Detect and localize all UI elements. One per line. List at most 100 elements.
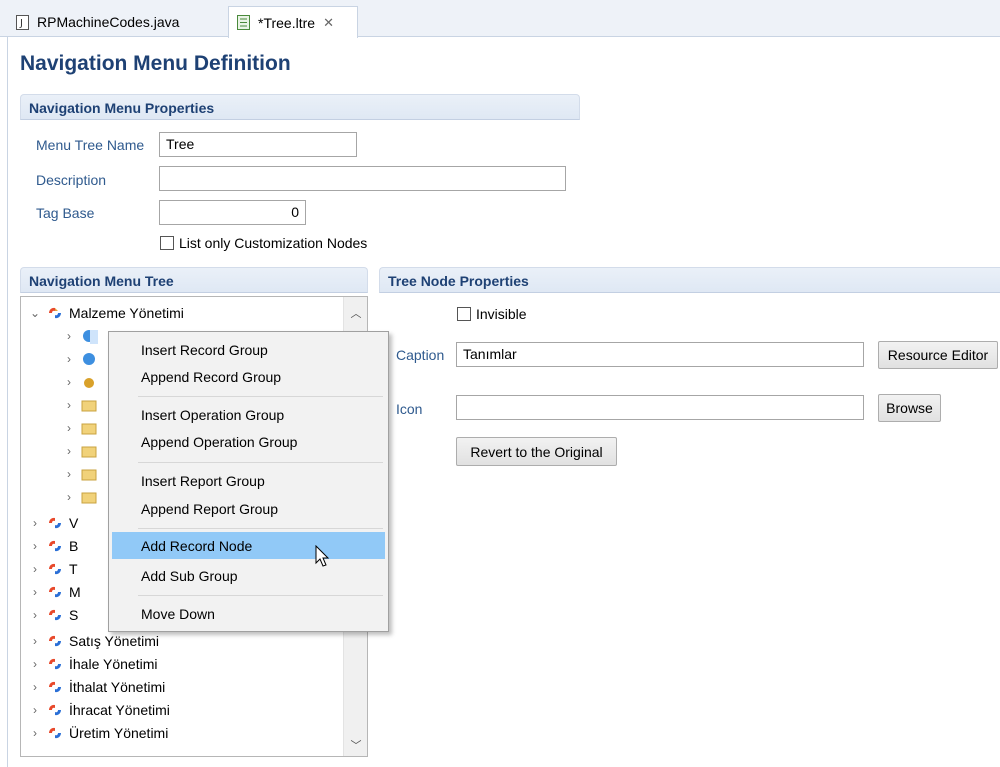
invisible-label: Invisible	[476, 306, 527, 322]
folder-icon	[80, 420, 98, 436]
tree-node-label: Üretim Yönetimi	[69, 724, 169, 741]
folder-globe-icon	[80, 351, 98, 367]
tab-rpmachinecodes[interactable]: J RPMachineCodes.java	[8, 7, 228, 37]
tab-tree-ltre[interactable]: *Tree.ltre ✕	[228, 6, 358, 38]
expand-arrow-icon[interactable]: ›	[27, 703, 43, 717]
close-icon[interactable]: ✕	[323, 15, 334, 31]
tree-node-label: B	[69, 537, 79, 554]
icon-field[interactable]	[456, 395, 864, 420]
caption-field[interactable]: Tanımlar	[456, 342, 864, 367]
module-icon	[46, 607, 64, 623]
menu-item-add-sub-group[interactable]: Add Sub Group	[112, 562, 385, 589]
tree-node-child[interactable]: ›	[61, 347, 103, 370]
folder-icon	[80, 397, 98, 413]
tree-node-child[interactable]: ›	[61, 393, 103, 416]
tree-file-icon	[237, 15, 251, 30]
list-only-customization-checkbox-row[interactable]: List only Customization Nodes	[160, 235, 367, 251]
module-icon	[46, 305, 64, 321]
java-file-icon: J	[16, 14, 30, 30]
tree-node-child[interactable]: ›	[61, 324, 103, 347]
tree-node-child[interactable]: ›	[61, 462, 103, 485]
invisible-checkbox-row[interactable]: Invisible	[457, 306, 527, 322]
module-icon	[46, 702, 64, 718]
properties-section-header: Navigation Menu Properties	[20, 94, 580, 120]
expand-arrow-icon[interactable]: ›	[27, 585, 43, 599]
menu-item-move-down[interactable]: Move Down	[112, 600, 385, 627]
expand-arrow-icon[interactable]: ›	[27, 608, 43, 622]
tree-node-label: V	[69, 514, 79, 531]
tree-node-label: İhale Yönetimi	[69, 655, 158, 672]
tree-node[interactable]: › İhale Yönetimi	[27, 652, 157, 675]
menu-item-append-report-group[interactable]: Append Report Group	[112, 495, 385, 522]
expand-arrow-icon[interactable]: ›	[27, 562, 43, 576]
expand-arrow-icon[interactable]: ›	[27, 516, 43, 530]
module-icon	[46, 656, 64, 672]
expand-arrow-icon[interactable]: ›	[61, 421, 77, 435]
tree-node-child[interactable]: ›	[61, 485, 103, 508]
expand-arrow-icon[interactable]: ›	[61, 352, 77, 366]
tree-node[interactable]: › Üretim Yönetimi	[27, 721, 168, 744]
scroll-up-icon[interactable]: ︿	[344, 305, 368, 321]
description-field[interactable]	[159, 166, 566, 191]
expand-arrow-icon[interactable]: ›	[61, 467, 77, 481]
list-only-checkbox[interactable]	[160, 236, 174, 250]
tree-node[interactable]: › S	[27, 603, 78, 626]
module-icon	[46, 561, 64, 577]
expand-arrow-icon[interactable]: ›	[61, 444, 77, 458]
page-title: Navigation Menu Definition	[20, 52, 291, 75]
expand-arrow-icon[interactable]: ›	[27, 539, 43, 553]
expand-arrow-icon[interactable]: ›	[27, 657, 43, 671]
tree-node[interactable]: › T	[27, 557, 78, 580]
menu-item-append-record-group[interactable]: Append Record Group	[112, 363, 385, 390]
menu-tree-name-label: Menu Tree Name	[36, 137, 145, 153]
tree-node[interactable]: › B	[27, 534, 78, 557]
tree-node[interactable]: › İthalat Yönetimi	[27, 675, 165, 698]
tree-node-label: Satış Yönetimi	[69, 632, 160, 649]
module-icon	[46, 515, 64, 531]
tree-node-label: İthalat Yönetimi	[69, 678, 166, 695]
caption-label: Caption	[396, 347, 445, 363]
svg-text:J: J	[19, 18, 23, 29]
expand-arrow-icon[interactable]: ›	[61, 490, 77, 504]
folder-icon	[80, 466, 98, 482]
tree-node[interactable]: › V	[27, 511, 78, 534]
tree-node-child[interactable]: ›	[61, 370, 103, 393]
tree-node-label: S	[69, 606, 79, 623]
scroll-down-icon[interactable]: ﹀	[344, 737, 368, 753]
resource-editor-button[interactable]: Resource Editor	[878, 341, 998, 369]
mouse-cursor-icon	[315, 544, 331, 572]
tree-node-label: Malzeme Yönetimi	[69, 304, 184, 321]
expand-arrow-icon[interactable]: ›	[61, 375, 77, 389]
module-icon	[46, 725, 64, 741]
tree-node-child[interactable]: ›	[61, 439, 103, 462]
expand-arrow-icon[interactable]: ›	[61, 329, 77, 343]
expand-arrow-icon[interactable]: ›	[27, 726, 43, 740]
folder-globe-icon	[80, 328, 98, 344]
tree-node[interactable]: › Satış Yönetimi	[27, 629, 159, 652]
tag-base-label: Tag Base	[36, 205, 95, 221]
invisible-checkbox[interactable]	[457, 307, 471, 321]
menu-tree-name-field[interactable]: Tree	[159, 132, 357, 157]
description-label: Description	[36, 172, 107, 188]
tree-section-header: Navigation Menu Tree	[20, 267, 368, 293]
revert-to-original-button[interactable]: Revert to the Original	[456, 437, 617, 466]
tree-context-menu: Insert Record Group Append Record Group …	[108, 331, 389, 632]
menu-item-append-operation-group[interactable]: Append Operation Group	[112, 428, 385, 455]
expand-arrow-icon[interactable]: ›	[27, 634, 43, 648]
collapse-arrow-icon[interactable]: ⌄	[27, 306, 43, 320]
tree-node[interactable]: › İhracat Yönetimi	[27, 698, 170, 721]
tag-base-field[interactable]: 0	[159, 200, 306, 225]
browse-button[interactable]: Browse	[878, 394, 941, 422]
module-icon	[46, 584, 64, 600]
menu-item-insert-record-group[interactable]: Insert Record Group	[112, 336, 385, 363]
menu-item-insert-operation-group[interactable]: Insert Operation Group	[112, 401, 385, 428]
tree-node-label: T	[69, 560, 78, 577]
tree-node-child[interactable]: ›	[61, 416, 103, 439]
folder-icon	[80, 489, 98, 505]
tree-node[interactable]: › M	[27, 580, 81, 603]
expand-arrow-icon[interactable]: ›	[27, 680, 43, 694]
menu-item-insert-report-group[interactable]: Insert Report Group	[112, 467, 385, 494]
menu-item-add-record-node[interactable]: Add Record Node	[112, 532, 385, 559]
expand-arrow-icon[interactable]: ›	[61, 398, 77, 412]
tree-node-root[interactable]: ⌄ Malzeme Yönetimi	[27, 301, 184, 324]
